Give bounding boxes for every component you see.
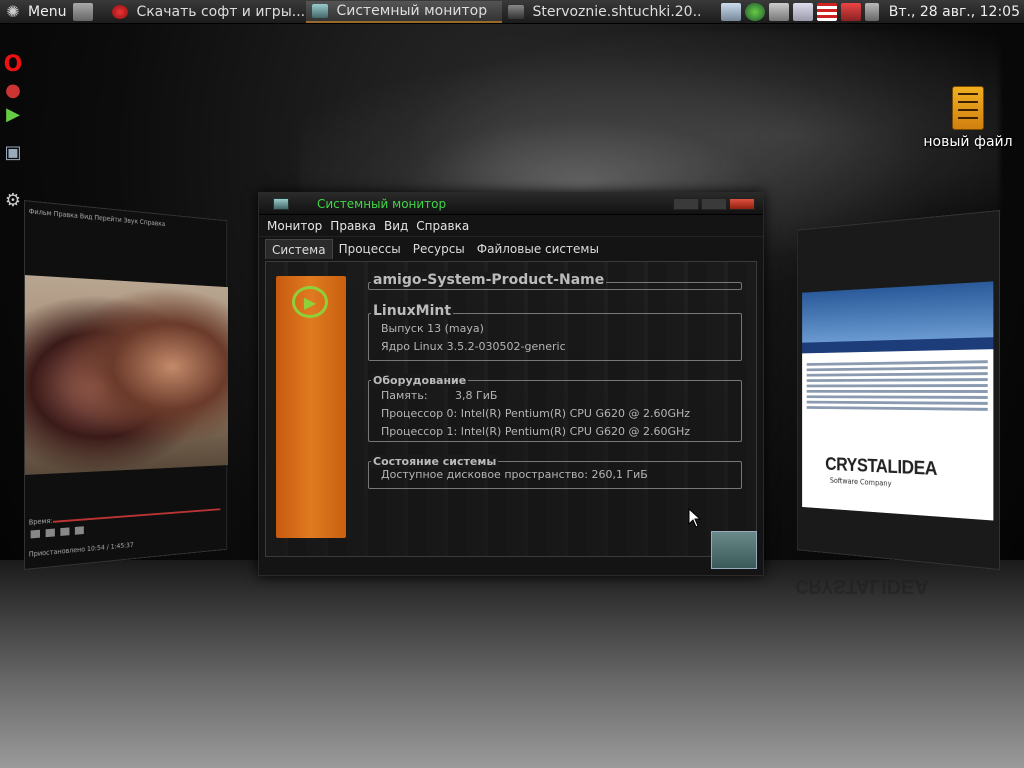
keyboard-layout-flag-icon[interactable] xyxy=(817,3,837,21)
left-dock: O ● ▶ ▣ ⚙ xyxy=(0,24,26,768)
disk-space-row: Доступное дисковое пространство: 260,1 Г… xyxy=(369,466,741,484)
mint-menu-icon: ✺ xyxy=(4,3,22,21)
window-controls xyxy=(671,198,755,210)
mouse-cursor-icon xyxy=(688,508,702,528)
maximize-button[interactable] xyxy=(701,198,727,210)
memory-label: Память: xyxy=(381,387,455,405)
video-controls xyxy=(31,526,90,539)
network-icon[interactable] xyxy=(841,3,861,21)
menu-edit[interactable]: Правка xyxy=(330,219,376,233)
web-page[interactable]: CRYSTALIDEA Software Company xyxy=(802,281,993,520)
system-status-title: Состояние системы xyxy=(371,455,498,468)
taskbar-item-label: Системный монитор xyxy=(336,3,487,19)
tab-processes[interactable]: Процессы xyxy=(333,239,407,259)
os-group: LinuxMint Выпуск 13 (maya) Ядро Linux 3.… xyxy=(368,313,742,361)
tab-resources[interactable]: Ресурсы xyxy=(407,239,471,259)
minimize-button[interactable] xyxy=(673,198,699,210)
video-status: Приостановлено 10:54 / 1:45:37 xyxy=(29,541,134,558)
opera-icon[interactable]: O xyxy=(1,54,25,76)
video-player-window[interactable]: Фильм Правка Вид Перейти Звук Справка Вр… xyxy=(24,200,227,570)
taskbar-item-browser[interactable]: Скачать софт и игры... xyxy=(106,1,306,23)
browser-icon xyxy=(112,5,128,19)
menu-label: Menu xyxy=(28,4,66,20)
taskbar-item-system-monitor[interactable]: Системный монитор xyxy=(306,1,502,23)
close-button[interactable] xyxy=(729,198,755,210)
hostname: amigo-System-Product-Name xyxy=(371,272,606,288)
system-tray: Вт., 28 авг., 12:05 xyxy=(719,0,1024,24)
browser-launcher-icon[interactable]: ● xyxy=(1,80,25,102)
video-player-menubar[interactable]: Фильм Правка Вид Перейти Звук Справка xyxy=(25,201,226,239)
tab-bar: Система Процессы Ресурсы Файловые систем… xyxy=(259,237,763,259)
play-pause-icon[interactable] xyxy=(46,529,55,538)
video-frame xyxy=(25,275,228,475)
page-text xyxy=(802,349,993,422)
system-monitor-thumbnail-icon xyxy=(711,531,757,569)
download-icon[interactable] xyxy=(769,3,789,21)
window-titlebar[interactable]: Системный монитор xyxy=(259,193,763,215)
desktop-file-icon[interactable]: новый файл xyxy=(920,86,1016,150)
settings-gear-icon[interactable]: ⚙ xyxy=(1,190,25,212)
taskbar-item-label: Stervoznie.shtuchki.20... xyxy=(532,4,702,20)
crystalidea-logo-sub: Software Company xyxy=(830,476,892,488)
video-time-label: Время: xyxy=(29,517,53,527)
text-file-icon xyxy=(952,86,984,130)
tab-system[interactable]: Система xyxy=(265,239,333,259)
window-title: Системный монитор xyxy=(317,197,446,211)
os-release: Выпуск 13 (maya) xyxy=(369,320,741,338)
memory-value: 3,8 ГиБ xyxy=(455,387,497,405)
clock[interactable]: Вт., 28 авг., 12:05 xyxy=(881,4,1024,20)
os-title: LinuxMint xyxy=(371,303,453,319)
browser-window[interactable]: CRYSTALIDEA Software Company xyxy=(797,210,1000,570)
menu-monitor[interactable]: Монитор xyxy=(267,219,322,233)
video-player-icon xyxy=(508,5,524,19)
hardware-group: Оборудование Память: 3,8 ГиБ Процессор 0… xyxy=(368,380,742,442)
next-icon[interactable] xyxy=(60,527,69,536)
os-kernel: Ядро Linux 3.5.2-030502-generic xyxy=(369,338,741,356)
system-status-group: Состояние системы Доступное дисковое про… xyxy=(368,461,742,489)
video-seek-bar[interactable] xyxy=(53,508,220,522)
show-desktop-icon[interactable] xyxy=(73,3,93,21)
document-icon[interactable] xyxy=(793,3,813,21)
fullscreen-icon[interactable] xyxy=(75,526,84,534)
top-panel: ✺ Menu Скачать софт и игры... Системный … xyxy=(0,0,1024,24)
menubar: Монитор Правка Вид Справка xyxy=(259,215,763,237)
play-icon[interactable] xyxy=(745,3,765,21)
distro-side-panel: ▶ xyxy=(276,276,346,538)
volume-icon[interactable] xyxy=(865,3,879,21)
page-banner xyxy=(802,281,993,342)
system-monitor-window-icon xyxy=(273,198,289,210)
menu-button[interactable]: ✺ Menu xyxy=(0,0,70,24)
hardware-title: Оборудование xyxy=(371,374,468,387)
system-tab-content: ▶ amigo-System-Product-Name LinuxMint Вы… xyxy=(265,261,757,557)
media-player-launcher-icon[interactable]: ▶ xyxy=(1,104,25,126)
desktop-file-label: новый файл xyxy=(920,134,1016,150)
hostname-group: amigo-System-Product-Name xyxy=(368,282,742,290)
menu-help[interactable]: Справка xyxy=(416,219,469,233)
crystalidea-reflection: CRYSTALIDEA xyxy=(796,574,929,598)
menu-view[interactable]: Вид xyxy=(384,219,408,233)
taskbar-item-video[interactable]: Stervoznie.shtuchki.20... xyxy=(502,1,702,23)
memory-row: Память: 3,8 ГиБ xyxy=(369,387,741,405)
system-monitor-icon xyxy=(312,4,328,18)
cpu0-row: Процессор 0: Intel(R) Pentium(R) CPU G62… xyxy=(369,405,741,423)
prev-icon[interactable] xyxy=(31,530,40,539)
image-viewer-launcher-icon[interactable]: ▣ xyxy=(1,142,25,164)
cpu1-row: Процессор 1: Intel(R) Pentium(R) CPU G62… xyxy=(369,423,741,441)
files-icon[interactable] xyxy=(721,3,741,21)
tab-file-systems[interactable]: Файловые системы xyxy=(471,239,605,259)
taskbar-item-label: Скачать софт и игры... xyxy=(136,4,305,20)
linux-mint-logo-icon: ▶ xyxy=(292,286,328,318)
